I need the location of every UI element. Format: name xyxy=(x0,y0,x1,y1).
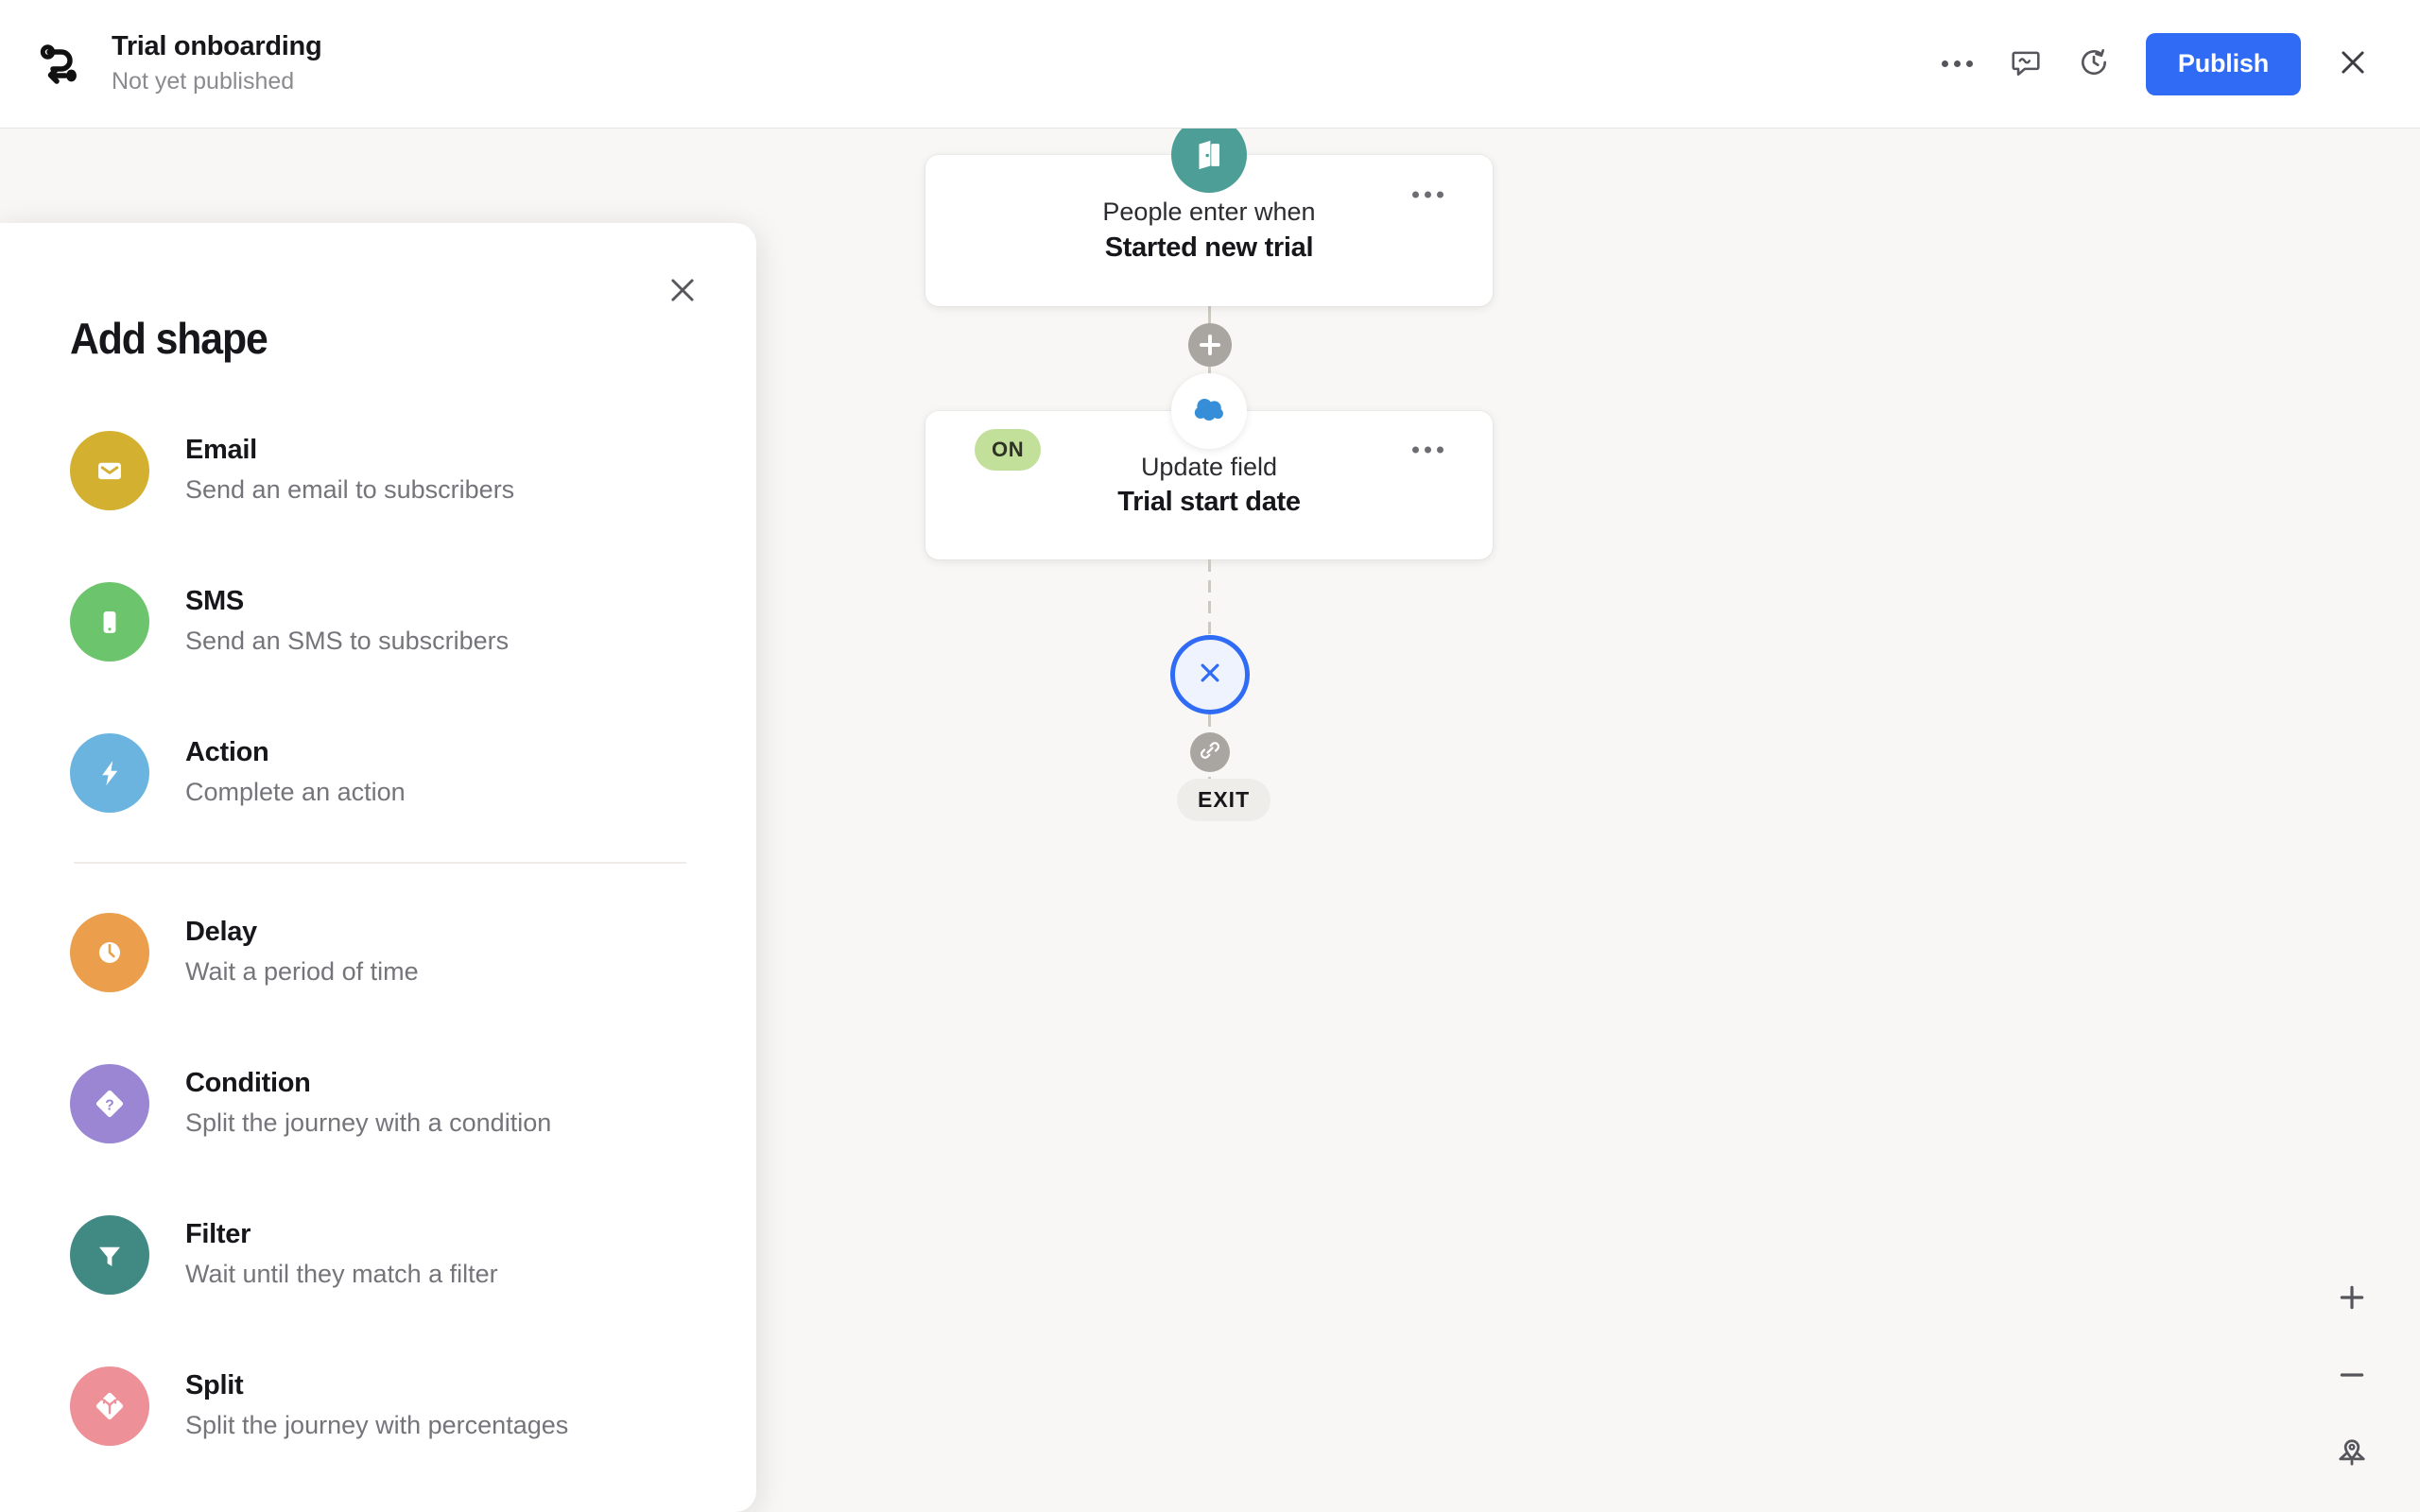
comments-button[interactable] xyxy=(1996,35,2055,94)
shape-name: SMS xyxy=(185,586,244,617)
close-icon xyxy=(666,273,700,310)
envelope-icon xyxy=(70,431,149,510)
version-history-button[interactable] xyxy=(2065,35,2123,94)
add-step-button[interactable] xyxy=(1188,323,1232,367)
close-journey-button[interactable] xyxy=(2324,35,2382,94)
door-open-icon xyxy=(1171,129,1247,193)
fit-to-view-button[interactable] xyxy=(2325,1427,2378,1480)
question-diamond-icon: ? xyxy=(70,1064,149,1143)
link-icon xyxy=(1199,739,1221,766)
shape-list-divider xyxy=(74,862,686,864)
journey-path-icon xyxy=(36,38,89,91)
shape-text: Email Send an email to subscribers xyxy=(185,433,514,508)
ellipsis-icon xyxy=(1942,60,1974,67)
shape-name: Split xyxy=(185,1370,244,1401)
zoom-in-button[interactable] xyxy=(2325,1272,2378,1325)
zoom-controls xyxy=(2325,1272,2378,1480)
status-badge: ON xyxy=(975,428,1042,471)
shape-desc: Send an email to subscribers xyxy=(185,474,515,504)
shape-item-condition[interactable]: ? Condition Split the journey with a con… xyxy=(0,1028,756,1179)
shape-name: Filter xyxy=(185,1219,251,1250)
funnel-icon xyxy=(70,1215,149,1295)
close-panel-button[interactable] xyxy=(656,265,709,318)
link-step-button[interactable] xyxy=(1190,732,1230,772)
shape-item-sms[interactable]: SMS Send an SMS to subscribers xyxy=(0,546,756,697)
shape-name: Email xyxy=(185,435,257,466)
shape-text: Action Complete an action xyxy=(185,735,406,811)
node-menu-button[interactable] xyxy=(1412,191,1443,198)
top-bar: Trial onboarding Not yet published Publi… xyxy=(0,0,2420,129)
exit-pill: EXIT xyxy=(1177,779,1271,821)
location-pin-icon xyxy=(2336,1436,2368,1471)
shape-text: Delay Wait a period of time xyxy=(185,915,419,990)
node-subtitle: Update field xyxy=(1140,452,1278,481)
shape-name: Action xyxy=(185,737,269,768)
node-title: Trial start date xyxy=(1117,487,1301,518)
clock-icon xyxy=(70,913,149,992)
plus-icon xyxy=(2336,1281,2368,1316)
shape-desc: Wait a period of time xyxy=(185,956,419,986)
flow-node-trigger[interactable]: People enter when Started new trial xyxy=(925,129,1493,306)
comment-icon xyxy=(2010,46,2042,81)
journey-end-node[interactable] xyxy=(1170,635,1250,714)
shape-item-filter[interactable]: Filter Wait until they match a filter xyxy=(0,1179,756,1331)
shape-item-action[interactable]: Action Complete an action xyxy=(0,697,756,849)
journey-status: Not yet published xyxy=(112,67,295,94)
fork-diamond-icon xyxy=(70,1366,149,1446)
shape-desc: Split the journey with percentages xyxy=(185,1410,569,1439)
close-icon xyxy=(2336,45,2370,82)
salesforce-cloud-icon xyxy=(1171,373,1247,449)
shape-text: SMS Send an SMS to subscribers xyxy=(185,584,509,660)
shape-item-split[interactable]: Split Split the journey with percentages xyxy=(0,1331,756,1482)
shape-name: Condition xyxy=(185,1068,311,1099)
shape-list: Email Send an email to subscribers SMS S… xyxy=(0,395,756,1482)
svg-text:?: ? xyxy=(105,1097,114,1113)
mobile-icon xyxy=(70,582,149,662)
journey-title: Trial onboarding xyxy=(112,30,322,61)
shape-item-delay[interactable]: Delay Wait a period of time xyxy=(0,877,756,1028)
zoom-out-button[interactable] xyxy=(2325,1349,2378,1402)
node-subtitle: People enter when xyxy=(1102,198,1316,227)
flow-node-update-field[interactable]: ON Update field Trial start date xyxy=(925,373,1493,559)
shape-desc: Complete an action xyxy=(185,777,406,806)
bolt-icon xyxy=(70,733,149,813)
more-options-button[interactable] xyxy=(1928,35,1987,94)
shape-desc: Wait until they match a filter xyxy=(185,1259,498,1288)
panel-title: Add shape xyxy=(70,314,268,363)
add-shape-panel: Add shape Email Send an email to subscri… xyxy=(0,223,756,1512)
top-bar-left: Trial onboarding Not yet published xyxy=(0,30,322,97)
journey-title-block: Trial onboarding Not yet published xyxy=(112,30,322,97)
minus-icon xyxy=(2336,1359,2368,1394)
shape-desc: Send an SMS to subscribers xyxy=(185,626,510,655)
close-icon xyxy=(1193,656,1227,695)
shape-text: Split Split the journey with percentages xyxy=(185,1368,568,1444)
shape-text: Filter Wait until they match a filter xyxy=(185,1217,498,1293)
version-history-icon xyxy=(2078,46,2110,81)
top-bar-actions: Publish xyxy=(1928,32,2420,95)
shape-text: Condition Split the journey with a condi… xyxy=(185,1066,551,1142)
shape-item-email[interactable]: Email Send an email to subscribers xyxy=(0,395,756,546)
node-menu-button[interactable] xyxy=(1412,446,1443,453)
node-title: Started new trial xyxy=(1104,232,1314,263)
shape-desc: Split the journey with a condition xyxy=(185,1108,552,1137)
shape-name: Delay xyxy=(185,917,257,948)
publish-button[interactable]: Publish xyxy=(2145,32,2301,95)
